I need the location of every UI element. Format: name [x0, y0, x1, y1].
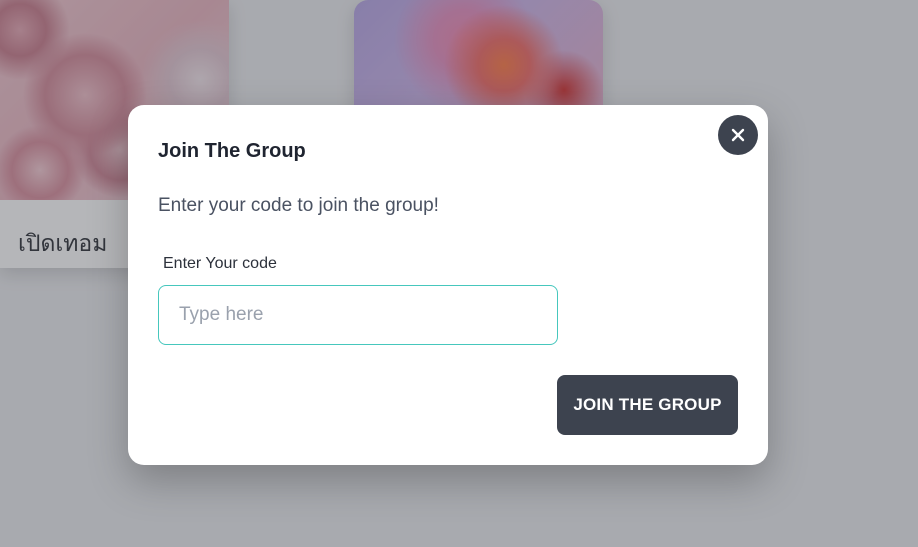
close-icon: [731, 128, 745, 142]
code-input[interactable]: [158, 285, 558, 345]
modal-title: Join The Group: [158, 140, 306, 162]
join-group-modal: Join The Group Enter your code to join t…: [128, 105, 768, 465]
close-button[interactable]: [718, 115, 758, 155]
modal-subtitle: Enter your code to join the group!: [158, 195, 439, 216]
code-field-label: Enter Your code: [163, 255, 277, 272]
join-group-button[interactable]: JOIN THE GROUP: [557, 375, 738, 435]
